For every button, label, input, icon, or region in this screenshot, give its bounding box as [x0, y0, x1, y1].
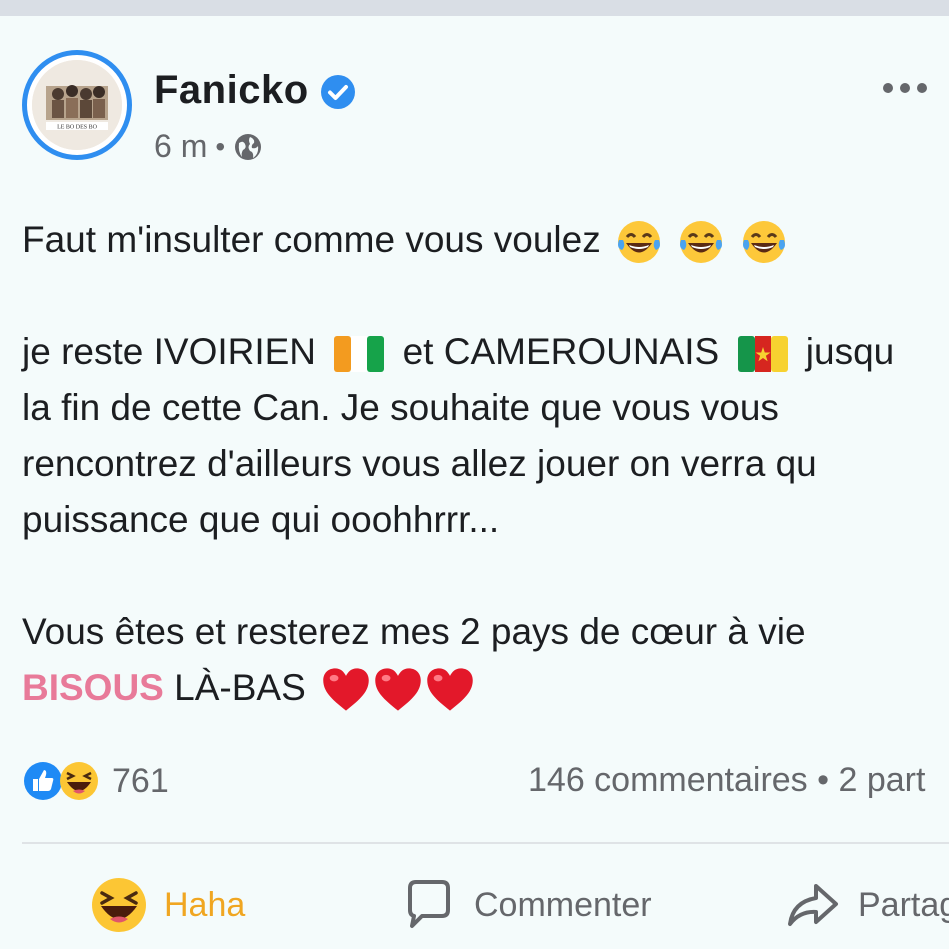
post-line-2-b: et CAMEROUNAIS	[402, 331, 720, 372]
comments-shares-count[interactable]: 146 commentaires • 2 part	[528, 761, 925, 800]
haha-button[interactable]: Haha	[90, 876, 245, 934]
post-meta: 6 m •	[154, 128, 263, 165]
haha-label: Haha	[164, 885, 246, 924]
post-line-1-text: Faut m'insulter comme vous voulez	[22, 219, 601, 260]
top-strip	[0, 0, 949, 16]
avatar[interactable]: LE BO DES BO	[22, 50, 132, 160]
red-heart-icon	[375, 668, 421, 711]
share-label: Partag	[858, 885, 949, 924]
cameroon-flag-icon	[737, 336, 788, 373]
avatar-caption: LE BO DES BO	[57, 125, 98, 131]
reactions-summary[interactable]: 761	[22, 760, 169, 802]
post-line-4: rencontrez d'ailleurs vous allez jouer o…	[22, 443, 817, 484]
globe-icon[interactable]	[233, 132, 263, 162]
meta-separator: •	[215, 130, 226, 162]
post-card: LE BO DES BO Fanicko 6 m • Faut m'insult…	[0, 16, 949, 949]
laughing-tears-emoji-icon	[742, 221, 785, 264]
avatar-image: LE BO DES BO	[32, 60, 122, 150]
bisous-text: BISOUS	[22, 667, 164, 708]
red-heart-icon	[427, 668, 473, 711]
laughing-tears-emoji-icon	[680, 221, 723, 264]
laughing-tears-emoji-icon	[618, 221, 661, 264]
post-text: Faut m'insulter comme vous voulez je res…	[22, 212, 949, 716]
la-bas-text: LÀ-BAS	[174, 667, 306, 708]
comment-bubble-icon	[408, 880, 450, 928]
post-line-1: Faut m'insulter comme vous voulez	[22, 212, 949, 268]
reaction-count: 761	[112, 761, 169, 800]
share-arrow-icon	[788, 884, 838, 926]
post-line-3: la fin de cette Can. Je souhaite que vou…	[22, 387, 779, 428]
post-line-2-c: jusqu	[805, 331, 895, 372]
post-line-6: Vous êtes et resterez mes 2 pays de cœur…	[22, 611, 806, 652]
more-dots-icon[interactable]	[880, 78, 930, 98]
haha-emoji-icon	[92, 878, 146, 932]
post-time[interactable]: 6 m	[154, 128, 207, 165]
comment-button[interactable]: Commenter	[400, 876, 652, 934]
haha-reaction-icon	[60, 762, 98, 800]
post-line-7: BISOUS LÀ-BAS	[22, 660, 949, 716]
ivory-coast-flag-icon	[334, 336, 385, 373]
red-heart-icon	[323, 668, 369, 711]
post-line-5: puissance que qui ooohhrrr...	[22, 499, 500, 540]
post-line-2-a: je reste IVOIRIEN	[22, 331, 317, 372]
post-line-2: je reste IVOIRIEN et CAMEROUNAIS jusqu	[22, 324, 949, 380]
divider	[22, 842, 949, 844]
comment-label: Commenter	[474, 885, 652, 924]
verified-badge-icon	[321, 75, 355, 109]
share-button[interactable]: Partag	[784, 876, 949, 934]
author-name[interactable]: Fanicko	[154, 68, 309, 113]
